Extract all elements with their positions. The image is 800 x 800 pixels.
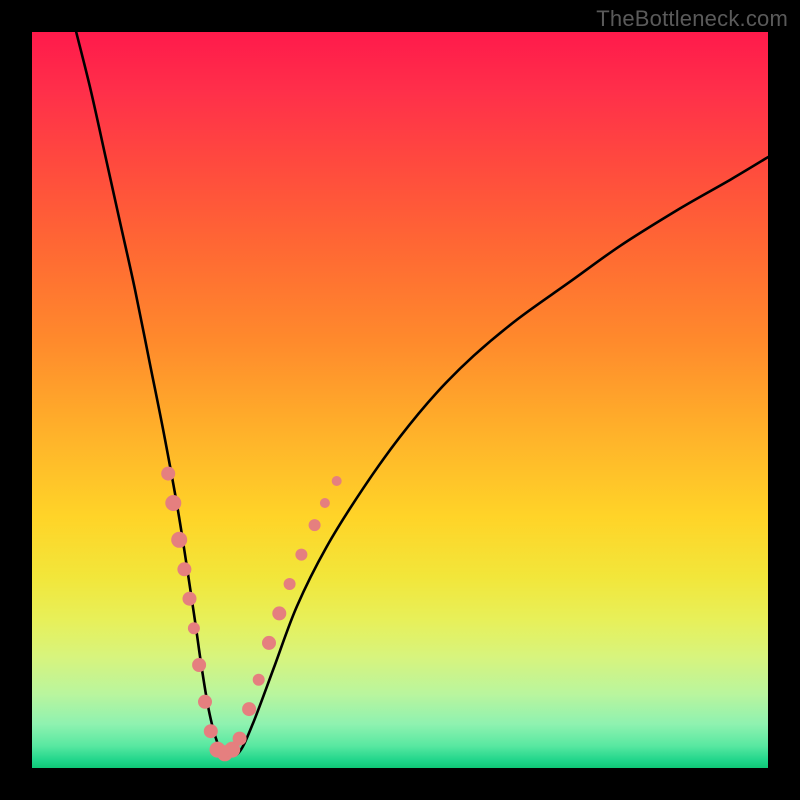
curve-marker <box>320 498 330 508</box>
curve-marker <box>161 467 175 481</box>
curve-marker <box>295 549 307 561</box>
curve-marker <box>242 702 256 716</box>
curve-marker <box>253 674 265 686</box>
curve-marker <box>272 606 286 620</box>
curve-marker <box>284 578 296 590</box>
curve-marker <box>262 636 276 650</box>
bottleneck-curve <box>76 32 768 756</box>
curve-marker <box>188 622 200 634</box>
curve-marker <box>332 476 342 486</box>
curve-marker <box>233 732 247 746</box>
plot-area <box>32 32 768 768</box>
curve-marker <box>183 592 197 606</box>
curve-svg <box>32 32 768 768</box>
curve-marker <box>198 695 212 709</box>
curve-markers <box>161 467 342 762</box>
watermark-text: TheBottleneck.com <box>596 6 788 32</box>
curve-marker <box>171 532 187 548</box>
curve-marker <box>309 519 321 531</box>
curve-marker <box>204 724 218 738</box>
curve-marker <box>165 495 181 511</box>
curve-marker <box>177 562 191 576</box>
chart-stage: TheBottleneck.com <box>0 0 800 800</box>
curve-marker <box>192 658 206 672</box>
